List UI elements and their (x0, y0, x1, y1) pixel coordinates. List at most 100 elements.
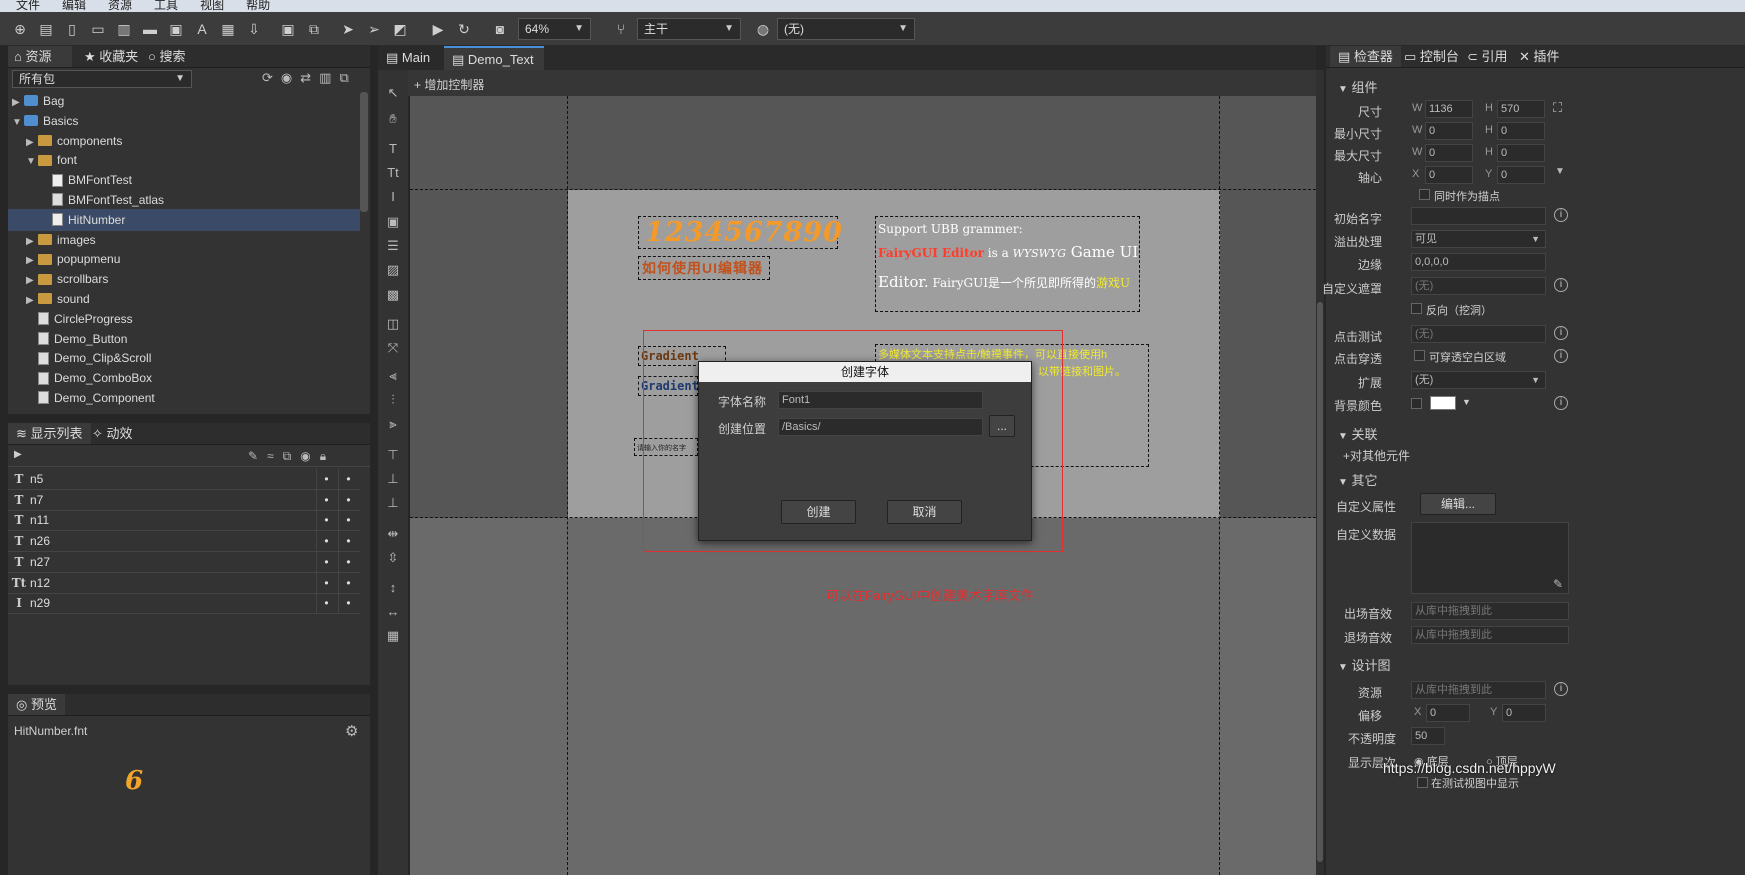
tree-item[interactable]: Demo_ComboBox (8, 367, 360, 389)
save-all-icon[interactable]: ⧉ (305, 20, 323, 38)
tab-console[interactable]: ▭ 控制台 (1396, 46, 1467, 67)
tree-item[interactable]: ▶ Bag (8, 90, 360, 112)
tab-plugins[interactable]: ✕ 插件 (1511, 46, 1568, 67)
add-relation-button[interactable]: +对其他元件 (1343, 447, 1410, 464)
pivot-x-input[interactable]: 0 (1425, 166, 1473, 184)
anchor-checkbox[interactable] (1419, 189, 1430, 200)
copy-icon[interactable]: ⧉ (339, 70, 356, 85)
canvas-scrollbar[interactable] (1316, 70, 1324, 875)
width-input[interactable]: 1136 (1425, 100, 1473, 118)
locate-icon[interactable]: ◉ (281, 70, 300, 85)
display-list-item[interactable]: Tn5 • • (8, 469, 360, 490)
display-list-item[interactable]: Tn27 • • (8, 551, 360, 573)
max-height-input[interactable]: 0 (1497, 144, 1545, 162)
align-top-icon[interactable]: ⊤ (384, 446, 402, 464)
align-center-icon[interactable]: ⫶ (384, 391, 402, 409)
swap-icon[interactable]: ⇄ (300, 70, 319, 85)
tree-item[interactable]: HitNumber (8, 208, 360, 231)
new-combobox-icon[interactable]: ▥ (115, 20, 133, 38)
cancel-button[interactable]: 取消 (887, 500, 962, 524)
display-list-item[interactable]: Tn26 • • (8, 531, 360, 553)
bookmark-icon[interactable]: ▯ (63, 20, 81, 38)
lock-toggle[interactable]: • (338, 572, 358, 593)
custom-prop-edit-button[interactable]: 编辑... (1420, 493, 1496, 515)
tree-item[interactable]: ▶ components (8, 130, 360, 152)
chevron-down-icon[interactable]: ▼ (1462, 397, 1471, 407)
tab-favorites[interactable]: ★ 收藏夹 (76, 46, 146, 67)
lock-toggle[interactable]: • (338, 531, 358, 552)
tab-inspector[interactable]: ▤ 检查器 (1330, 46, 1401, 67)
new-font-icon[interactable]: A (193, 20, 211, 38)
pivot-y-input[interactable]: 0 (1497, 166, 1545, 184)
design-res-input[interactable]: 从库中拖拽到此 (1411, 681, 1546, 699)
hittest-input[interactable]: (无) (1411, 325, 1546, 343)
distribute-h-icon[interactable]: ⇹ (384, 525, 402, 543)
tab-preview[interactable]: ◎ 预览 (8, 694, 65, 715)
same-width-icon[interactable]: ↔ (384, 603, 402, 621)
tree-item[interactable]: CircleProgress (8, 308, 360, 330)
location-input[interactable]: /Basics/ (778, 418, 983, 436)
visibility-toggle[interactable]: • (316, 489, 336, 510)
max-width-input[interactable]: 0 (1425, 144, 1473, 162)
section-component[interactable]: ▼ 组件 (1338, 77, 1378, 96)
input-tool-icon[interactable]: I (384, 188, 402, 206)
text-tool-icon[interactable]: T (384, 140, 402, 158)
new-component-icon[interactable]: ▤ (37, 20, 55, 38)
menu-help[interactable]: 帮助 (230, 0, 276, 11)
tree-item[interactable]: BMFontTest_atlas (8, 189, 360, 211)
lock-toggle[interactable]: • (338, 469, 358, 489)
info-icon[interactable]: i (1554, 208, 1568, 222)
tree-item[interactable]: ▶ scrollbars (8, 268, 360, 290)
tree-item[interactable]: BMFontTest (8, 169, 360, 191)
tree-item[interactable]: ▶ popupmenu (8, 248, 360, 270)
menu-edit[interactable]: 编辑 (46, 0, 92, 11)
publish-all-icon[interactable]: ➢ (365, 20, 383, 38)
min-width-input[interactable]: 0 (1425, 122, 1473, 140)
transform-tool-icon[interactable]: ⤧ (384, 339, 402, 357)
branch-select[interactable]: 主干 ▼ (637, 18, 741, 40)
info-icon[interactable]: i (1554, 326, 1568, 340)
new-button-icon[interactable]: ▭ (89, 20, 107, 38)
align-bottom-icon[interactable]: ⊥ (384, 494, 402, 512)
same-height-icon[interactable]: ↕ (384, 579, 402, 597)
lock-toggle[interactable]: • (338, 593, 358, 614)
exit-sound-input[interactable]: 从库中拖拽到此 (1411, 626, 1569, 644)
select-tool-icon[interactable]: ↖ (384, 84, 402, 102)
sync-icon[interactable]: ⟳ (262, 70, 281, 85)
bg-color-checkbox[interactable] (1411, 398, 1422, 409)
gear-icon[interactable]: ⚙ (345, 722, 358, 740)
menu-resources[interactable]: 资源 (92, 0, 138, 11)
save-icon[interactable]: ▣ (279, 20, 297, 38)
add-controller-button[interactable]: + 增加控制器 (414, 76, 484, 93)
howto-text[interactable]: 如何使用UI编辑器 (638, 256, 770, 280)
image-tool-icon[interactable]: ▣ (384, 213, 402, 231)
visibility-toggle[interactable]: • (316, 572, 336, 593)
new-project-icon[interactable]: ⊕ (11, 20, 29, 38)
display-list-item[interactable]: In29 • • (8, 593, 360, 615)
visibility-toggle[interactable]: • (316, 551, 336, 572)
tab-main[interactable]: ▤ Main (378, 46, 442, 70)
visibility-toggle[interactable]: • (316, 469, 336, 489)
tree-item[interactable]: Demo_Component (8, 387, 360, 409)
create-button[interactable]: 创建 (781, 500, 856, 524)
tab-demo-text[interactable]: ▤ Demo_Text ✕ (444, 46, 544, 91)
publish-icon[interactable]: ➤ (339, 20, 357, 38)
package-filter[interactable]: 所有包 ▼ (12, 70, 192, 88)
align-left-icon[interactable]: ⫷ (384, 367, 402, 385)
reverse-checkbox[interactable] (1411, 303, 1422, 314)
library-scrollbar[interactable] (360, 92, 368, 212)
tab-references[interactable]: ⊂ 引用 (1459, 46, 1516, 67)
group-icon[interactable]: ⧉ (283, 449, 301, 463)
font-name-input[interactable]: Font1 (778, 391, 983, 409)
import-icon[interactable]: ⇩ (245, 20, 263, 38)
info-icon[interactable]: i (1554, 396, 1568, 410)
info-icon[interactable]: i (1554, 682, 1568, 696)
zoom-select[interactable]: 64% ▼ (518, 18, 591, 40)
distribute-v-icon[interactable]: ⇳ (384, 549, 402, 567)
min-height-input[interactable]: 0 (1497, 122, 1545, 140)
offset-y-input[interactable]: 0 (1502, 704, 1546, 722)
info-icon[interactable]: i (1554, 349, 1568, 363)
tab-library[interactable]: ⌂ 资源库 (8, 46, 72, 86)
enter-sound-input[interactable]: 从库中拖拽到此 (1411, 602, 1569, 620)
overflow-select[interactable]: 可见 ▼ (1411, 230, 1546, 248)
